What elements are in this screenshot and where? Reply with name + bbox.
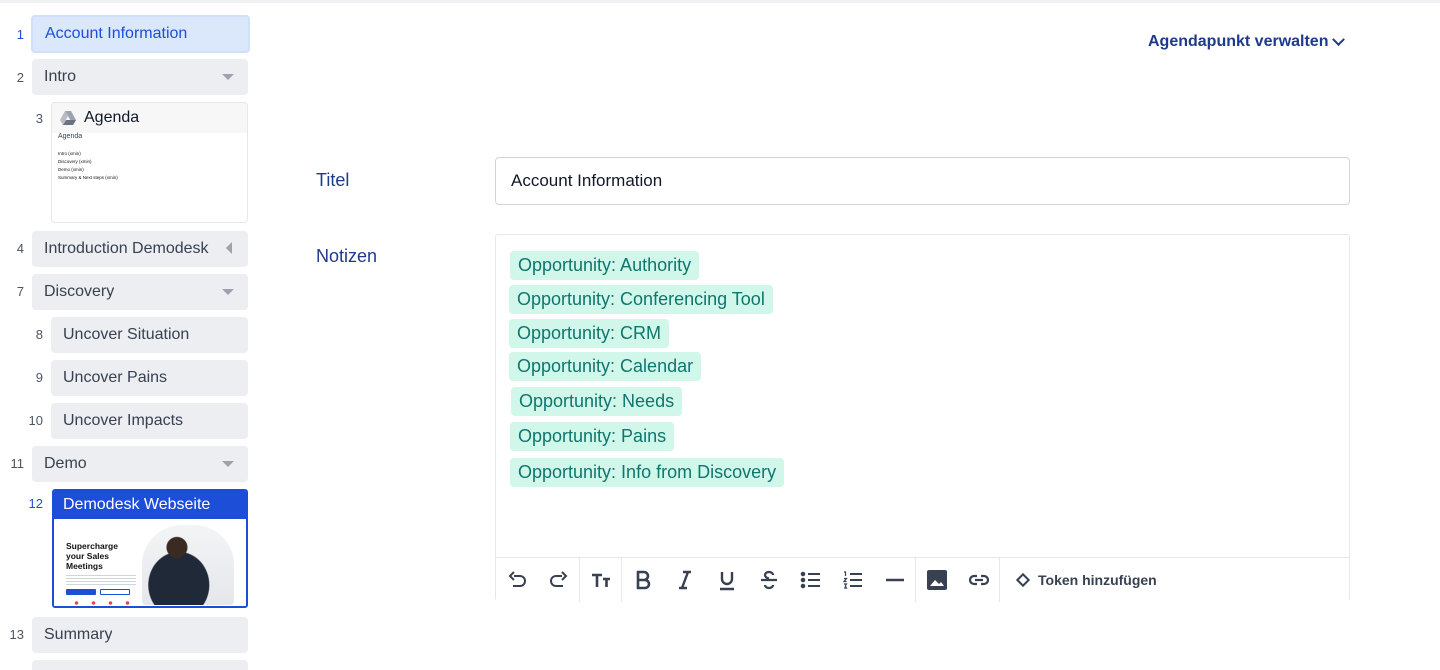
sidebar-item-summary[interactable]: Summary [32,617,248,653]
sidebar-item-label: Uncover Situation [63,326,190,343]
sidebar-item-label: Intro [44,68,77,85]
add-token-button[interactable]: Token hinzufügen [1000,558,1157,602]
sidebar-item-label: Uncover Impacts [63,412,184,429]
sidebar-item-label: Summary [44,626,113,643]
chevron-left-icon[interactable] [226,242,232,254]
google-drive-icon [60,111,76,125]
sidebar-item-intro[interactable]: Intro [32,59,248,95]
italic-icon[interactable] [664,558,706,602]
manage-agenda-item-dropdown[interactable]: Agendapunkt verwalten [1148,32,1346,51]
notes-editor[interactable]: Opportunity: Authority Opportunity: Conf… [495,234,1350,602]
text-size-icon[interactable] [580,557,622,602]
sidebar-item-label: Discovery [44,283,115,300]
sidebar-item-label: Demodesk Webseite [54,491,246,519]
sidebar-item-account-information[interactable]: Account Information [31,15,250,53]
sidebar-item-uncover-situation[interactable]: Uncover Situation [51,317,248,353]
token-chip[interactable]: Opportunity: CRM [509,319,670,348]
sidebar-item-demo[interactable]: Demo [32,446,248,482]
image-icon[interactable] [916,558,958,602]
manage-label: Agendapunkt verwalten [1148,33,1329,50]
item-number: 11 [10,456,25,471]
undo-icon[interactable] [496,558,538,602]
token-chip[interactable]: Opportunity: Pains [510,422,675,451]
thumbnail-line: Discovery (xmin) [58,159,92,164]
item-number: 7 [16,284,24,299]
sidebar-item-discovery[interactable]: Discovery [32,274,248,310]
thumbnail-line: Demo (xmin) [58,167,84,172]
thumbnail-title: Agenda [58,133,83,140]
token-chip[interactable]: Opportunity: Conferencing Tool [509,285,773,314]
website-thumbnail: Supercharge your Sales Meetings [54,519,246,606]
sidebar-item-partial[interactable] [32,660,248,670]
sidebar-item-label: Account Information [45,25,188,42]
item-number: 3 [35,111,43,126]
item-number: 9 [35,370,43,385]
sidebar-item-agenda[interactable]: Agenda Agenda Intro (xmin) Discovery (xm… [51,102,248,223]
item-number: 12 [28,496,43,511]
document-thumbnail: Agenda Intro (xmin) Discovery (xmin) Dem… [52,133,247,182]
chevron-down-icon[interactable] [222,74,234,80]
thumbnail-headline: Supercharge your Sales Meetings [66,541,118,571]
title-label: Titel [316,170,350,190]
title-input[interactable]: Account Information [495,157,1350,205]
bold-icon[interactable] [622,558,664,602]
chevron-down-icon[interactable] [222,289,234,295]
strikethrough-icon[interactable] [748,558,790,602]
editor-toolbar: Token hinzufügen [496,557,1349,602]
sidebar-item-demodesk-webseite[interactable]: Demodesk Webseite Supercharge your Sales… [52,489,248,608]
item-number: 13 [9,627,24,642]
underline-icon[interactable] [706,558,748,602]
add-token-label: Token hinzufügen [1038,571,1157,588]
top-divider [0,0,1440,3]
sidebar-item-introduction-demodesk[interactable]: Introduction Demodesk [32,231,248,267]
item-number: 10 [28,413,43,428]
bullet-list-icon[interactable] [790,558,832,602]
chevron-down-icon [1332,32,1346,46]
sidebar-item-label: Agenda [84,109,140,126]
redo-icon[interactable] [538,557,580,602]
notes-label: Notizen [316,246,378,266]
sidebar-item-uncover-impacts[interactable]: Uncover Impacts [51,403,248,439]
item-number: 2 [16,70,24,85]
numbered-list-icon[interactable] [832,558,874,602]
title-input-value: Account Information [511,171,663,190]
token-icon [1015,572,1031,587]
chevron-down-icon[interactable] [222,461,234,467]
item-number: 8 [35,327,43,342]
token-chip[interactable]: Opportunity: Authority [510,251,700,280]
token-chip[interactable]: Opportunity: Needs [511,387,683,416]
item-number: 1 [16,27,24,42]
thumbnail-line: Intro (xmin) [58,151,81,156]
link-icon[interactable] [958,557,1000,602]
sidebar-item-label: Demo [44,455,87,472]
sidebar-item-label: Introduction Demodesk [44,240,209,257]
person-photo [142,525,234,605]
sidebar-item-uncover-pains[interactable]: Uncover Pains [51,360,248,396]
token-chip[interactable]: Opportunity: Info from Discovery [510,458,785,487]
sidebar-item-label: Uncover Pains [63,369,168,386]
item-number: 4 [16,241,24,256]
horizontal-rule-icon[interactable] [874,557,916,602]
token-chip[interactable]: Opportunity: Calendar [509,352,702,381]
thumbnail-line: Summary & Next steps (xmin) [58,175,118,180]
